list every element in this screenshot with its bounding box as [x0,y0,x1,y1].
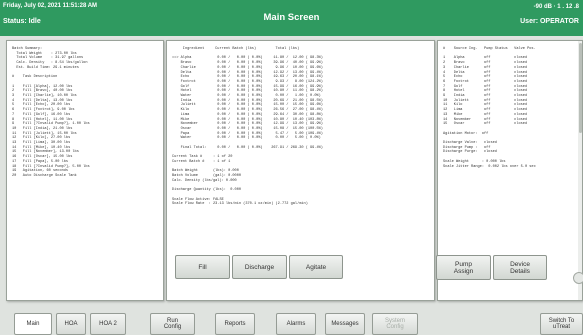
round-button-icon[interactable] [573,272,583,284]
ingredient-progress-line: Water 0.00 / 0.00 ( 0.0%) 0.00 / 5.00 ( … [172,136,321,141]
batch-summary-line: 20 Auto Discharge Scale Tank [12,173,77,178]
pump-status-line: # Source Ing. Pump Status Valve Pos. [443,47,536,51]
discharge-button[interactable]: Discharge [232,255,287,279]
fill-button[interactable]: Fill [175,255,230,279]
device-details-button[interactable]: Device Details [493,255,547,280]
batch-summary-panel: Batch Summary: Total Weight : 273.00 lbs… [6,40,164,301]
nav-reports[interactable]: Reports [215,313,255,335]
batch-summary-line: Est. Build Time: 29.1 minutes [12,65,79,70]
datetime-label: Friday, July 02, 2021 11:51:28 AM [3,3,98,9]
pump-status-text: # Source Ing. Pump Status Valve Pos. 1 A… [443,47,536,169]
vertical-scrollbar[interactable] [578,41,582,300]
ingredient-progress-text: Ingredient Current Batch (lbs) Total (lb… [172,47,323,207]
agitate-button[interactable]: Agitate [289,255,343,279]
nav-hoa2[interactable]: HOA 2 [90,313,126,335]
scrollbar-thumb[interactable] [578,43,582,133]
nav-alarms[interactable]: Alarms [276,313,316,335]
nav-hoa[interactable]: HOA [56,313,86,335]
ingredient-progress-line: Lima 0.00 / 0.00 ( 0.0%) 29.64 / 30.00 (… [172,112,323,117]
pump-status-line: 3 Charlie off closed [443,65,528,70]
nav-main[interactable]: Main [14,313,52,335]
nav-run-config[interactable]: Run Config [150,313,195,335]
ingredient-progress-line: Charlie 0.00 / 0.00 ( 0.0%) 9.96 / 10.00… [172,65,323,70]
nav-messages[interactable]: Messages [325,313,365,335]
ingredient-progress-line: Oscar 0.00 / 0.00 ( 0.0%) 15.08 / 15.00 … [172,126,323,131]
pump-status-line: Scale Jitter Range: 0.002 lbs over 5.0 s… [443,164,536,169]
batch-summary-text: Batch Summary: Total Weight : 273.00 lbs… [12,47,90,179]
pump-status-line: 6 Foxtrot off closed [443,79,528,84]
ingredient-progress-line: Foxtrot 0.00 / 0.00 ( 0.0%) 9.93 / 8.00 … [172,79,323,84]
pump-assign-button[interactable]: Pump Assign [436,255,491,280]
pump-status-line: 15 Oscar off closed [443,122,528,127]
pump-status-line: 13 Mike off closed [443,112,528,117]
nav-system-config[interactable]: System Config [372,313,418,335]
signal-readout: -90 dB · 1 . 12 .8 [533,4,579,10]
ingredient-progress-line: Scale Flow Rate : 23.13 lbs/min (370.1 o… [172,202,308,207]
nav-switch-utreat[interactable]: Switch To uTreat [540,313,583,335]
user-label: User: OPERATOR [520,18,579,25]
header-bar: Friday, July 02, 2021 11:51:28 AM Status… [0,0,583,36]
ingredient-progress-line: Final Total: 0.00 / 0.00 ( 0.0%) 267.91 … [172,145,323,150]
screen-title: Main Screen [263,12,320,23]
